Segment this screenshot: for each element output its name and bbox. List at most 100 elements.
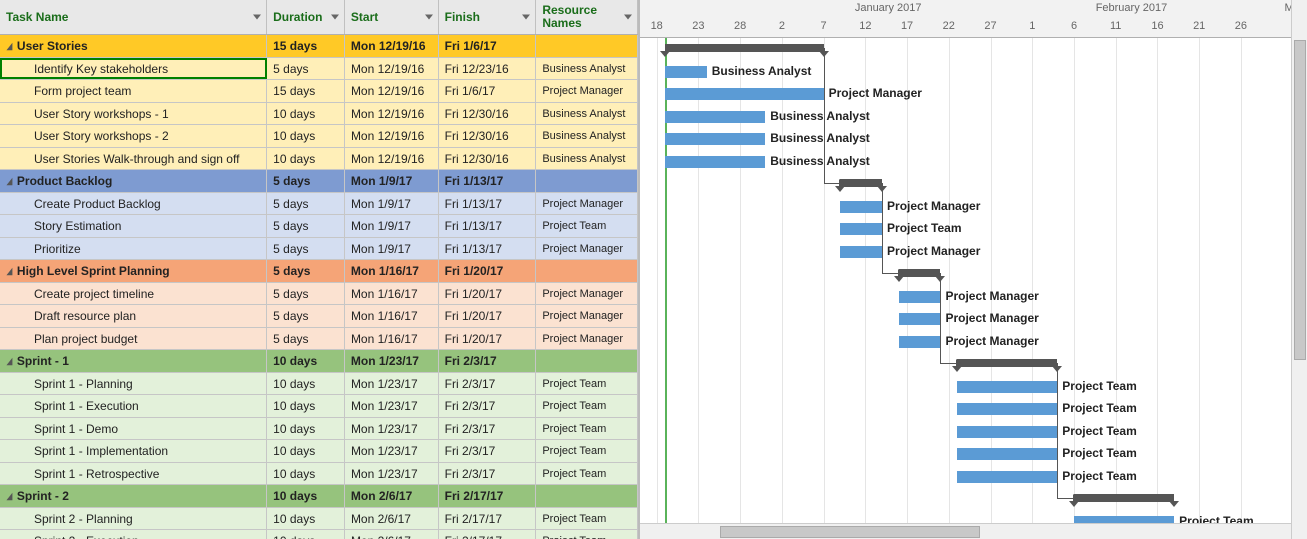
dropdown-icon[interactable] bbox=[253, 15, 261, 20]
cell-start[interactable]: Mon 1/23/17 bbox=[345, 350, 439, 372]
table-row[interactable]: Create project timeline5 daysMon 1/16/17… bbox=[0, 283, 638, 306]
task-bar[interactable] bbox=[665, 111, 765, 123]
cell-resource[interactable]: Project Team bbox=[536, 373, 638, 395]
cell-resource[interactable]: Project Manager bbox=[536, 328, 638, 350]
cell-finish[interactable]: Fri 12/23/16 bbox=[439, 58, 537, 80]
cell-start[interactable]: Mon 12/19/16 bbox=[345, 58, 439, 80]
task-bar[interactable] bbox=[957, 381, 1057, 393]
cell-start[interactable]: Mon 1/23/17 bbox=[345, 395, 439, 417]
cell-start[interactable]: Mon 12/19/16 bbox=[345, 35, 439, 57]
cell-finish[interactable]: Fri 12/30/16 bbox=[439, 148, 537, 170]
cell-finish[interactable]: Fri 12/30/16 bbox=[439, 125, 537, 147]
cell-name[interactable]: Sprint 1 - Planning bbox=[0, 373, 267, 395]
col-header-duration[interactable]: Duration bbox=[267, 0, 345, 34]
cell-duration[interactable]: 5 days bbox=[267, 193, 345, 215]
cell-duration[interactable]: 5 days bbox=[267, 328, 345, 350]
table-row[interactable]: Form project team15 daysMon 12/19/16Fri … bbox=[0, 80, 638, 103]
cell-finish[interactable]: Fri 1/20/17 bbox=[439, 305, 537, 327]
task-bar[interactable] bbox=[665, 66, 707, 78]
cell-start[interactable]: Mon 1/16/17 bbox=[345, 283, 439, 305]
cell-name[interactable]: Identify Key stakeholders bbox=[0, 58, 267, 80]
col-header-name[interactable]: Task Name bbox=[0, 0, 267, 34]
cell-duration[interactable]: 10 days bbox=[267, 418, 345, 440]
cell-duration[interactable]: 15 days bbox=[267, 35, 345, 57]
cell-resource[interactable]: Business Analyst bbox=[536, 58, 638, 80]
cell-resource[interactable]: Project Manager bbox=[536, 193, 638, 215]
cell-resource[interactable]: Project Team bbox=[536, 418, 638, 440]
table-row[interactable]: Draft resource plan5 daysMon 1/16/17Fri … bbox=[0, 305, 638, 328]
cell-name[interactable]: Sprint 1 - Implementation bbox=[0, 440, 267, 462]
cell-start[interactable]: Mon 1/23/17 bbox=[345, 373, 439, 395]
cell-finish[interactable]: Fri 1/13/17 bbox=[439, 238, 537, 260]
cell-start[interactable]: Mon 1/16/17 bbox=[345, 260, 439, 282]
cell-finish[interactable]: Fri 1/6/17 bbox=[439, 35, 537, 57]
cell-name[interactable]: Draft resource plan bbox=[0, 305, 267, 327]
cell-resource[interactable]: Project Team bbox=[536, 440, 638, 462]
cell-name[interactable]: Product Backlog bbox=[0, 170, 267, 192]
cell-finish[interactable]: Fri 2/3/17 bbox=[439, 350, 537, 372]
task-bar[interactable] bbox=[957, 471, 1057, 483]
cell-resource[interactable]: Business Analyst bbox=[536, 103, 638, 125]
cell-duration[interactable]: 15 days bbox=[267, 80, 345, 102]
cell-resource[interactable]: Project Team bbox=[536, 395, 638, 417]
cell-duration[interactable]: 10 days bbox=[267, 463, 345, 485]
cell-duration[interactable]: 5 days bbox=[267, 260, 345, 282]
table-row[interactable]: Sprint - 210 daysMon 2/6/17Fri 2/17/17 bbox=[0, 485, 638, 508]
cell-name[interactable]: User Stories Walk-through and sign off bbox=[0, 148, 267, 170]
scrollbar-thumb[interactable] bbox=[720, 526, 980, 538]
task-bar[interactable] bbox=[840, 201, 882, 213]
cell-name[interactable]: Story Estimation bbox=[0, 215, 267, 237]
cell-finish[interactable]: Fri 2/17/17 bbox=[439, 508, 537, 530]
scrollbar-thumb[interactable] bbox=[1294, 40, 1306, 360]
table-row[interactable]: User Stories Walk-through and sign off10… bbox=[0, 148, 638, 171]
cell-duration[interactable]: 5 days bbox=[267, 238, 345, 260]
table-row[interactable]: Sprint 1 - Planning10 daysMon 1/23/17Fri… bbox=[0, 373, 638, 396]
cell-finish[interactable]: Fri 2/3/17 bbox=[439, 463, 537, 485]
cell-name[interactable]: Sprint 1 - Execution bbox=[0, 395, 267, 417]
cell-start[interactable]: Mon 1/23/17 bbox=[345, 463, 439, 485]
cell-name[interactable]: Create project timeline bbox=[0, 283, 267, 305]
task-bar[interactable] bbox=[665, 133, 765, 145]
cell-start[interactable]: Mon 1/16/17 bbox=[345, 328, 439, 350]
table-row[interactable]: Plan project budget5 daysMon 1/16/17Fri … bbox=[0, 328, 638, 351]
cell-name[interactable]: User Stories bbox=[0, 35, 267, 57]
table-row[interactable]: Sprint 1 - Retrospective10 daysMon 1/23/… bbox=[0, 463, 638, 486]
table-row[interactable]: Identify Key stakeholders5 daysMon 12/19… bbox=[0, 58, 638, 81]
col-header-finish[interactable]: Finish bbox=[439, 0, 537, 34]
cell-finish[interactable]: Fri 1/20/17 bbox=[439, 283, 537, 305]
cell-name[interactable]: Sprint 1 - Demo bbox=[0, 418, 267, 440]
table-row[interactable]: User Story workshops - 110 daysMon 12/19… bbox=[0, 103, 638, 126]
cell-start[interactable]: Mon 2/6/17 bbox=[345, 530, 439, 539]
cell-name[interactable]: Prioritize bbox=[0, 238, 267, 260]
cell-duration[interactable]: 10 days bbox=[267, 373, 345, 395]
cell-name[interactable]: Plan project budget bbox=[0, 328, 267, 350]
table-row[interactable]: Sprint 2 - Planning10 daysMon 2/6/17Fri … bbox=[0, 508, 638, 531]
cell-resource[interactable]: Project Manager bbox=[536, 283, 638, 305]
dropdown-icon[interactable] bbox=[331, 15, 339, 20]
col-header-resource[interactable]: Resource Names bbox=[536, 0, 638, 34]
cell-name[interactable]: Sprint 1 - Retrospective bbox=[0, 463, 267, 485]
cell-resource[interactable] bbox=[536, 35, 638, 57]
cell-resource[interactable] bbox=[536, 485, 638, 507]
table-row[interactable]: Product Backlog5 daysMon 1/9/17Fri 1/13/… bbox=[0, 170, 638, 193]
summary-bar[interactable] bbox=[899, 269, 941, 277]
task-bar[interactable] bbox=[957, 403, 1057, 415]
cell-finish[interactable]: Fri 2/17/17 bbox=[439, 485, 537, 507]
task-bar[interactable] bbox=[957, 448, 1057, 460]
cell-resource[interactable]: Project Team bbox=[536, 508, 638, 530]
table-row[interactable]: Create Product Backlog5 daysMon 1/9/17Fr… bbox=[0, 193, 638, 216]
cell-finish[interactable]: Fri 2/3/17 bbox=[439, 418, 537, 440]
cell-name[interactable]: Form project team bbox=[0, 80, 267, 102]
cell-name[interactable]: Sprint - 1 bbox=[0, 350, 267, 372]
table-row[interactable]: User Stories15 daysMon 12/19/16Fri 1/6/1… bbox=[0, 35, 638, 58]
table-row[interactable]: Sprint 2 - Execution10 daysMon 2/6/17Fri… bbox=[0, 530, 638, 539]
task-bar[interactable] bbox=[899, 313, 941, 325]
cell-resource[interactable]: Project Manager bbox=[536, 80, 638, 102]
cell-finish[interactable]: Fri 2/3/17 bbox=[439, 440, 537, 462]
cell-finish[interactable]: Fri 1/13/17 bbox=[439, 193, 537, 215]
cell-duration[interactable]: 5 days bbox=[267, 305, 345, 327]
task-bar[interactable] bbox=[665, 156, 765, 168]
table-row[interactable]: Story Estimation5 daysMon 1/9/17Fri 1/13… bbox=[0, 215, 638, 238]
cell-duration[interactable]: 5 days bbox=[267, 215, 345, 237]
summary-bar[interactable] bbox=[665, 44, 824, 52]
